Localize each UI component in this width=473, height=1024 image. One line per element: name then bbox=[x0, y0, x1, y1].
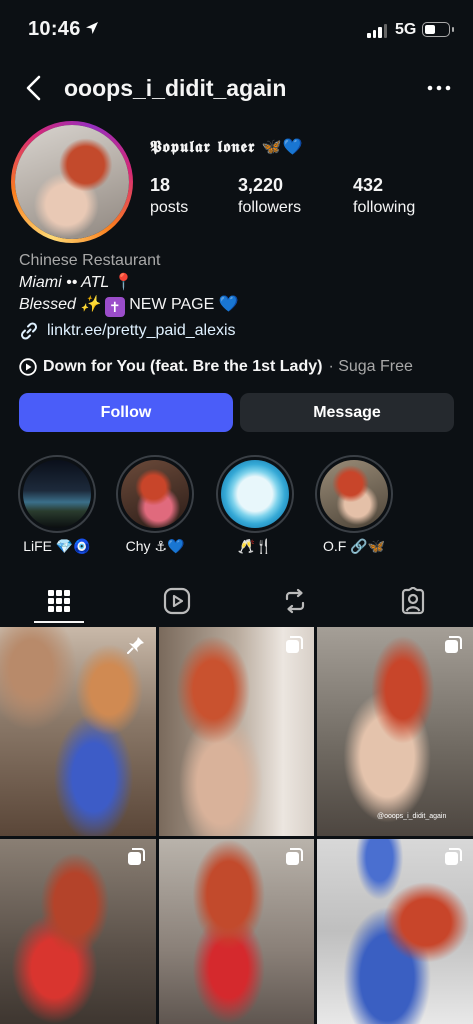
profile-avatar[interactable] bbox=[11, 121, 133, 243]
stat-followers-label: followers bbox=[238, 199, 302, 216]
story-highlight[interactable]: LiFE 💎🧿 bbox=[18, 455, 96, 555]
tab-reels[interactable] bbox=[118, 578, 236, 624]
blue-heart-icon: 💙 bbox=[218, 296, 239, 313]
stat-following-value: 432 bbox=[353, 175, 384, 195]
stat-posts-label: posts bbox=[150, 199, 189, 216]
profile-display-name: 𝕻𝖔𝖕𝖚𝖑𝖆𝖗 𝖑𝖔𝖓𝖊𝖗 🦋💙 bbox=[150, 137, 304, 156]
profile-tabs bbox=[0, 578, 473, 624]
music-artist: · Suga Free bbox=[328, 358, 413, 375]
profile-music[interactable]: Down for You (feat. Bre the 1st Lady) · … bbox=[19, 358, 413, 376]
tagged-icon bbox=[401, 587, 425, 615]
more-options-icon[interactable] bbox=[426, 80, 452, 96]
post-watermark: @ooops_i_didit_again bbox=[377, 813, 447, 820]
stat-followers[interactable]: 3,220 followers bbox=[238, 175, 301, 217]
posts-grid: @ooops_i_didit_again bbox=[0, 627, 473, 1024]
highlight-label: 🥂🍴 bbox=[237, 538, 273, 554]
profile-bio: Chinese Restaurant Miami •• ATL 📍 Blesse… bbox=[19, 250, 459, 317]
story-highlight[interactable]: Chy ⚓💙 bbox=[116, 455, 194, 555]
location-arrow-icon bbox=[86, 22, 98, 34]
highlight-label: LiFE 💎🧿 bbox=[23, 538, 91, 554]
reels-icon bbox=[163, 587, 191, 615]
pin-icon bbox=[127, 637, 144, 654]
bio-link[interactable]: linktr.ee/pretty_paid_alexis bbox=[19, 321, 236, 341]
follow-button[interactable]: Follow bbox=[19, 393, 233, 432]
stat-posts-value: 18 bbox=[150, 175, 171, 195]
multi-post-icon bbox=[286, 636, 303, 653]
bio-line-blessed: Blessed ✨ ✝ NEW PAGE 💙 bbox=[19, 294, 459, 317]
bio-blessed-text: Blessed ✨ bbox=[19, 296, 101, 313]
network-type: 5G bbox=[395, 21, 417, 38]
cellular-signal-icon bbox=[367, 24, 387, 38]
status-bar: 10:46 5G bbox=[0, 0, 473, 58]
tab-tagged[interactable] bbox=[354, 578, 472, 624]
highlight-cover bbox=[121, 460, 189, 528]
stat-followers-value: 3,220 bbox=[238, 175, 284, 195]
link-icon bbox=[20, 322, 38, 340]
multi-post-icon bbox=[445, 848, 462, 865]
status-time: 10:46 bbox=[28, 18, 81, 40]
bio-category: Chinese Restaurant bbox=[19, 252, 161, 269]
profile-header: ooops_i_didit_again bbox=[0, 66, 473, 110]
tab-grid[interactable] bbox=[0, 578, 118, 624]
bio-location-text: Miami •• ATL bbox=[19, 274, 110, 291]
stat-posts[interactable]: 18 posts bbox=[150, 175, 188, 217]
active-tab-indicator bbox=[34, 621, 84, 623]
cross-icon: ✝ bbox=[104, 297, 125, 317]
location-pin-icon: 📍 bbox=[113, 274, 134, 291]
back-chevron-icon[interactable] bbox=[22, 74, 46, 102]
stat-following[interactable]: 432 following bbox=[353, 175, 415, 217]
header-username: ooops_i_didit_again bbox=[64, 75, 287, 101]
reposts-icon bbox=[285, 588, 305, 614]
story-highlight[interactable]: 🥂🍴 bbox=[216, 455, 294, 555]
multi-post-icon bbox=[286, 848, 303, 865]
post-thumbnail[interactable] bbox=[317, 839, 473, 1024]
music-title: Down for You (feat. Bre the 1st Lady) bbox=[43, 358, 323, 375]
grid-icon bbox=[48, 590, 70, 612]
highlight-cover bbox=[320, 460, 388, 528]
post-thumbnail[interactable] bbox=[159, 839, 314, 1024]
bio-line-location: Miami •• ATL 📍 bbox=[19, 272, 459, 294]
multi-post-icon bbox=[445, 636, 462, 653]
battery-icon bbox=[422, 22, 454, 37]
avatar-photo bbox=[15, 125, 129, 239]
post-thumbnail[interactable]: @ooops_i_didit_again bbox=[317, 627, 473, 836]
bio-new-page-text: NEW PAGE bbox=[129, 296, 215, 313]
post-thumbnail[interactable] bbox=[0, 627, 156, 836]
post-thumbnail[interactable] bbox=[159, 627, 314, 836]
message-button[interactable]: Message bbox=[240, 393, 454, 432]
highlight-cover bbox=[221, 460, 289, 528]
story-highlight[interactable]: O.F 🔗🦋 bbox=[315, 455, 393, 555]
stat-following-label: following bbox=[353, 199, 416, 216]
highlight-cover bbox=[23, 460, 91, 528]
highlight-label: O.F 🔗🦋 bbox=[322, 538, 386, 554]
multi-post-icon bbox=[128, 848, 145, 865]
bio-link-text[interactable]: linktr.ee/pretty_paid_alexis bbox=[47, 322, 236, 340]
highlight-label: Chy ⚓💙 bbox=[125, 538, 185, 554]
post-thumbnail[interactable] bbox=[0, 839, 156, 1024]
play-circle-icon bbox=[19, 358, 37, 376]
tab-reposts[interactable] bbox=[236, 578, 354, 624]
